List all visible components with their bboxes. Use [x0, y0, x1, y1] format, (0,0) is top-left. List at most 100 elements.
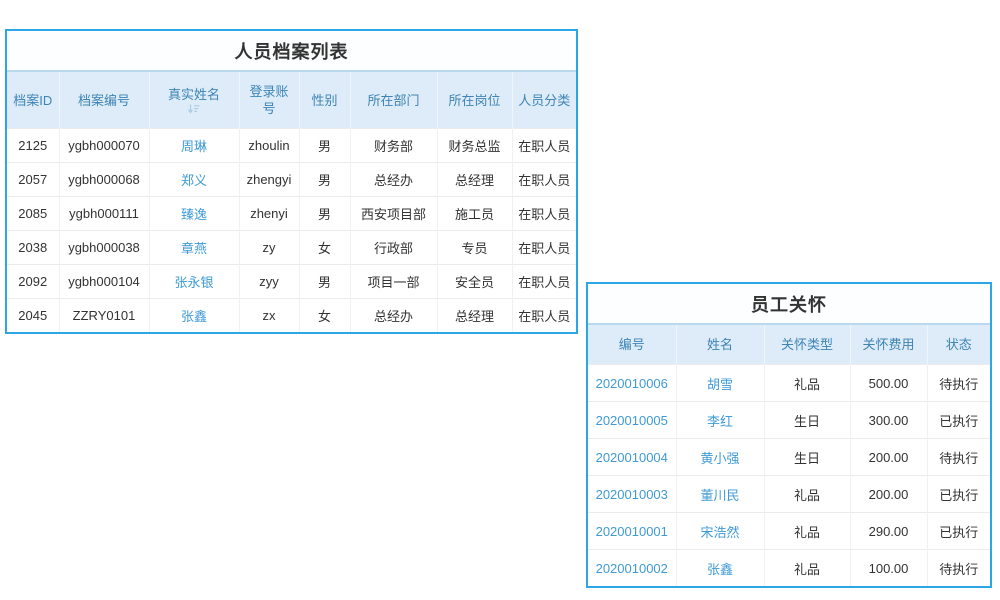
- care-type-cell: 礼品: [764, 550, 850, 587]
- care-no-link[interactable]: 2020010003: [588, 476, 676, 513]
- archive-table-row: 2057 ygbh000068 郑义 zhengyi 男 总经办 总经理 在职人…: [7, 163, 576, 197]
- archive-no-cell: ygbh000111: [59, 197, 149, 231]
- care-status-cell: 已执行: [927, 513, 990, 550]
- archive-id-cell: 2045: [7, 299, 59, 333]
- category-cell: 在职人员: [512, 129, 576, 163]
- department-cell: 西安项目部: [350, 197, 437, 231]
- real-name-link[interactable]: 周琳: [149, 129, 239, 163]
- care-name-link[interactable]: 宋浩然: [676, 513, 764, 550]
- archive-id-cell: 2057: [7, 163, 59, 197]
- department-cell: 财务部: [350, 129, 437, 163]
- care-no-link[interactable]: 2020010002: [588, 550, 676, 587]
- category-cell: 在职人员: [512, 299, 576, 333]
- employee-care-table: 编号 姓名 关怀类型 关怀费用 状态 2020010006 胡雪 礼品 500.…: [588, 323, 990, 586]
- col-header-real-name-label: 真实姓名: [168, 86, 220, 103]
- sort-amount-icon[interactable]: [188, 104, 200, 114]
- care-cost-cell: 200.00: [850, 476, 927, 513]
- care-status-cell: 待执行: [927, 550, 990, 587]
- login-account-cell: zx: [239, 299, 299, 333]
- gender-cell: 男: [299, 265, 350, 299]
- position-cell: 总经理: [437, 163, 512, 197]
- col-header-department: 所在部门: [350, 71, 437, 129]
- real-name-link[interactable]: 张永银: [149, 265, 239, 299]
- real-name-link[interactable]: 章燕: [149, 231, 239, 265]
- archive-id-cell: 2038: [7, 231, 59, 265]
- login-account-cell: zhoulin: [239, 129, 299, 163]
- category-cell: 在职人员: [512, 265, 576, 299]
- department-cell: 总经办: [350, 163, 437, 197]
- care-table-row: 2020010004 黄小强 生日 200.00 待执行: [588, 439, 990, 476]
- care-name-link[interactable]: 张鑫: [676, 550, 764, 587]
- care-no-link[interactable]: 2020010006: [588, 365, 676, 402]
- care-status-cell: 已执行: [927, 476, 990, 513]
- archive-no-cell: ygbh000038: [59, 231, 149, 265]
- archive-id-cell: 2092: [7, 265, 59, 299]
- care-cost-cell: 100.00: [850, 550, 927, 587]
- category-cell: 在职人员: [512, 163, 576, 197]
- gender-cell: 男: [299, 197, 350, 231]
- position-cell: 总经理: [437, 299, 512, 333]
- col-header-login-account: 登录账号: [239, 71, 299, 129]
- care-name-link[interactable]: 胡雪: [676, 365, 764, 402]
- archive-table-row: 2085 ygbh000111 臻逸 zhenyi 男 西安项目部 施工员 在职…: [7, 197, 576, 231]
- gender-cell: 女: [299, 231, 350, 265]
- care-cost-cell: 500.00: [850, 365, 927, 402]
- real-name-link[interactable]: 郑义: [149, 163, 239, 197]
- col-header-gender: 性别: [299, 71, 350, 129]
- personnel-archive-table: 档案ID 档案编号 真实姓名: [7, 70, 576, 332]
- archive-id-cell: 2085: [7, 197, 59, 231]
- department-cell: 总经办: [350, 299, 437, 333]
- department-cell: 行政部: [350, 231, 437, 265]
- care-name-link[interactable]: 李红: [676, 402, 764, 439]
- col-header-care-cost: 关怀费用: [850, 324, 927, 365]
- col-header-care-name: 姓名: [676, 324, 764, 365]
- care-no-link[interactable]: 2020010004: [588, 439, 676, 476]
- real-name-link[interactable]: 张鑫: [149, 299, 239, 333]
- care-status-cell: 待执行: [927, 365, 990, 402]
- col-header-care-no: 编号: [588, 324, 676, 365]
- care-type-cell: 生日: [764, 439, 850, 476]
- archive-no-cell: ZZRY0101: [59, 299, 149, 333]
- real-name-link[interactable]: 臻逸: [149, 197, 239, 231]
- employee-care-title: 员工关怀: [588, 284, 990, 323]
- header-row: 档案ID 档案编号 真实姓名: [7, 71, 576, 129]
- care-no-link[interactable]: 2020010005: [588, 402, 676, 439]
- care-table-row: 2020010001 宋浩然 礼品 290.00 已执行: [588, 513, 990, 550]
- position-cell: 安全员: [437, 265, 512, 299]
- gender-cell: 男: [299, 163, 350, 197]
- care-no-link[interactable]: 2020010001: [588, 513, 676, 550]
- care-table-row: 2020010003 董川民 礼品 200.00 已执行: [588, 476, 990, 513]
- care-table-row: 2020010006 胡雪 礼品 500.00 待执行: [588, 365, 990, 402]
- archive-no-cell: ygbh000104: [59, 265, 149, 299]
- care-type-cell: 礼品: [764, 513, 850, 550]
- archive-id-cell: 2125: [7, 129, 59, 163]
- archive-table-row: 2045 ZZRY0101 张鑫 zx 女 总经办 总经理 在职人员: [7, 299, 576, 333]
- care-cost-cell: 200.00: [850, 439, 927, 476]
- position-cell: 财务总监: [437, 129, 512, 163]
- care-cost-cell: 300.00: [850, 402, 927, 439]
- department-cell: 项目一部: [350, 265, 437, 299]
- gender-cell: 女: [299, 299, 350, 333]
- care-name-link[interactable]: 黄小强: [676, 439, 764, 476]
- login-account-cell: zhenyi: [239, 197, 299, 231]
- care-type-cell: 礼品: [764, 476, 850, 513]
- col-header-real-name[interactable]: 真实姓名: [149, 71, 239, 129]
- personnel-archive-body: 2125 ygbh000070 周琳 zhoulin 男 财务部 财务总监 在职…: [7, 129, 576, 333]
- category-cell: 在职人员: [512, 231, 576, 265]
- employee-care-panel: 员工关怀 编号 姓名 关怀类型 关怀费用 状态 2020010006 胡雪 礼品…: [586, 282, 992, 588]
- archive-table-row: 2092 ygbh000104 张永银 zyy 男 项目一部 安全员 在职人员: [7, 265, 576, 299]
- login-account-cell: zyy: [239, 265, 299, 299]
- care-table-row: 2020010002 张鑫 礼品 100.00 待执行: [588, 550, 990, 587]
- category-cell: 在职人员: [512, 197, 576, 231]
- care-table-row: 2020010005 李红 生日 300.00 已执行: [588, 402, 990, 439]
- col-header-care-type: 关怀类型: [764, 324, 850, 365]
- care-name-link[interactable]: 董川民: [676, 476, 764, 513]
- position-cell: 专员: [437, 231, 512, 265]
- col-header-archive-id: 档案ID: [7, 71, 59, 129]
- header-row: 编号 姓名 关怀类型 关怀费用 状态: [588, 324, 990, 365]
- employee-care-body: 2020010006 胡雪 礼品 500.00 待执行 2020010005 李…: [588, 365, 990, 587]
- position-cell: 施工员: [437, 197, 512, 231]
- archive-no-cell: ygbh000070: [59, 129, 149, 163]
- login-account-cell: zhengyi: [239, 163, 299, 197]
- care-type-cell: 礼品: [764, 365, 850, 402]
